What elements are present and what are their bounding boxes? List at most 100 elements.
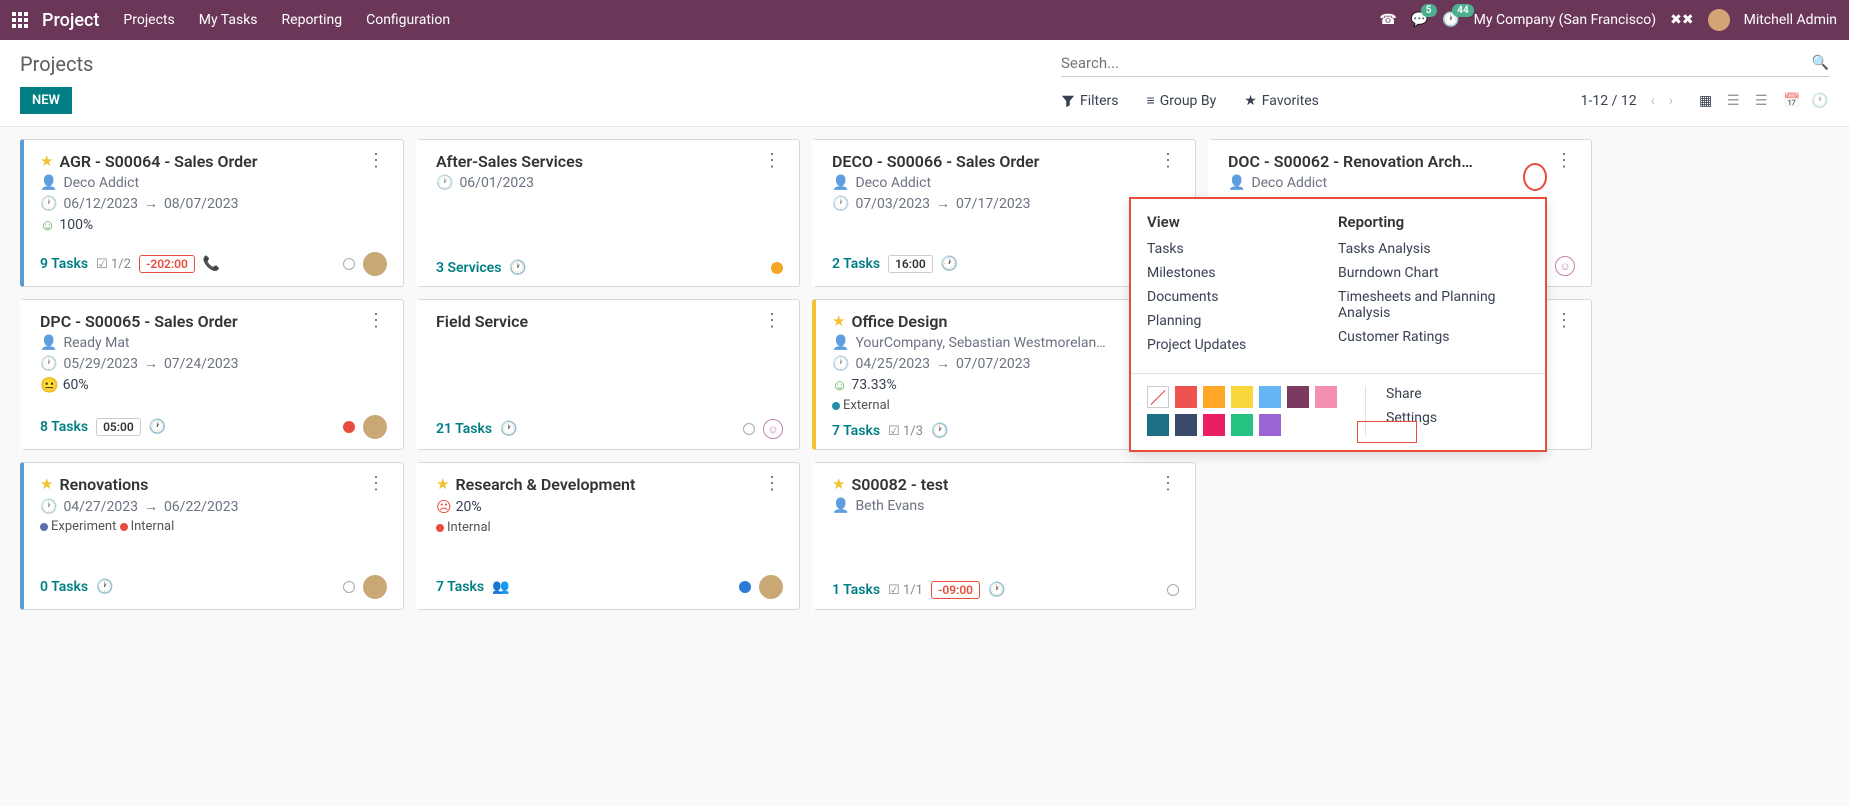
pager-next[interactable]: › [1669, 93, 1673, 109]
popover-item[interactable]: Planning [1147, 313, 1338, 329]
project-card[interactable]: ★Research & Development⋮☹20%Internal 7 T… [416, 462, 800, 610]
messaging-icon[interactable]: 💬5 [1411, 12, 1428, 28]
project-card[interactable]: ★Renovations⋮🕐04/27/2023→06/22/2023Exper… [20, 462, 404, 610]
assignee-avatar[interactable] [363, 575, 387, 599]
color-swatch[interactable] [1175, 414, 1197, 436]
assignee-avatar[interactable] [363, 252, 387, 276]
company-selector[interactable]: My Company (San Francisco) [1474, 12, 1656, 28]
card-menu-icon[interactable]: ⋮ [761, 312, 783, 330]
gantt-view-icon[interactable]: ☰ [1755, 93, 1773, 109]
popover-item[interactable]: Milestones [1147, 265, 1338, 281]
card-menu-icon[interactable]: ⋮ [365, 152, 387, 170]
popover-item-share[interactable]: Share [1386, 386, 1437, 402]
popover-item[interactable]: Documents [1147, 289, 1338, 305]
state-dot[interactable] [1167, 584, 1179, 596]
pager-prev[interactable]: ‹ [1651, 93, 1655, 109]
color-swatch[interactable] [1259, 386, 1281, 408]
color-swatch[interactable] [1147, 386, 1169, 408]
users-icon[interactable]: 👥 [492, 579, 509, 595]
popover-item[interactable]: Customer Ratings [1338, 329, 1529, 345]
color-swatch[interactable] [1259, 414, 1281, 436]
tasks-link[interactable]: 3 Services [436, 260, 501, 276]
color-swatch[interactable] [1315, 386, 1337, 408]
activity-clock-icon[interactable]: 🕐 [941, 256, 958, 272]
calendar-view-icon[interactable]: 📅 [1783, 93, 1801, 109]
activity-clock-icon[interactable]: 🕐 [509, 260, 526, 276]
user-name[interactable]: Mitchell Admin [1744, 12, 1837, 28]
project-card[interactable]: ★S00082 - test⋮👤Beth Evans1 Tasks☑ 1/1-0… [812, 462, 1196, 610]
state-dot[interactable] [343, 421, 355, 433]
state-dot[interactable] [739, 581, 751, 593]
nav-configuration[interactable]: Configuration [366, 12, 450, 28]
tasks-link[interactable]: 8 Tasks [40, 419, 88, 435]
project-card[interactable]: DPC - S00065 - Sales Order⋮👤Ready Mat🕐05… [20, 299, 404, 450]
tasks-link[interactable]: 0 Tasks [40, 579, 88, 595]
favorite-star-icon[interactable]: ★ [832, 475, 845, 493]
card-menu-icon[interactable]: ⋮ [365, 312, 387, 330]
state-dot[interactable] [743, 423, 755, 435]
project-card[interactable]: After-Sales Services⋮🕐06/01/20233 Servic… [416, 139, 800, 287]
activity-clock-icon[interactable]: 🕐 [96, 579, 113, 595]
tasks-link[interactable]: 1 Tasks [832, 582, 880, 598]
favorites-button[interactable]: ★Favorites [1244, 93, 1319, 109]
color-swatch[interactable] [1175, 386, 1197, 408]
phone-icon[interactable]: 📞 [203, 256, 220, 272]
color-swatch[interactable] [1147, 414, 1169, 436]
color-swatch[interactable] [1203, 414, 1225, 436]
state-dot[interactable] [771, 262, 783, 274]
kanban-view-icon[interactable]: ▦ [1699, 93, 1717, 109]
color-swatch[interactable] [1203, 386, 1225, 408]
nav-my-tasks[interactable]: My Tasks [199, 12, 258, 28]
assignee-avatar[interactable] [363, 415, 387, 439]
activity-clock-icon[interactable]: 🕐 [500, 421, 517, 437]
card-menu-icon[interactable]: ⋮ [1553, 312, 1575, 330]
activity-view-icon[interactable]: 🕐 [1811, 93, 1829, 109]
activity-clock-icon[interactable]: 🕐 [931, 423, 948, 439]
user-avatar[interactable] [1708, 9, 1730, 31]
list-view-icon[interactable]: ☰ [1727, 93, 1745, 109]
card-menu-icon[interactable]: ⋮ [761, 475, 783, 493]
project-card[interactable]: Field Service⋮21 Tasks🕐☺ [416, 299, 800, 450]
favorite-star-icon[interactable]: ★ [40, 475, 53, 493]
popover-item[interactable]: Tasks [1147, 241, 1338, 257]
tasks-link[interactable]: 2 Tasks [832, 256, 880, 272]
popover-item-settings[interactable]: Settings [1386, 410, 1437, 426]
tasks-link[interactable]: 7 Tasks [832, 423, 880, 439]
color-swatch[interactable] [1231, 414, 1253, 436]
tasks-link[interactable]: 9 Tasks [40, 256, 88, 272]
nav-reporting[interactable]: Reporting [282, 12, 343, 28]
card-menu-icon[interactable]: ⋮ [1553, 152, 1575, 170]
tasks-link[interactable]: 21 Tasks [436, 421, 492, 437]
search-input[interactable] [1061, 54, 1812, 72]
card-menu-icon[interactable]: ⋮ [761, 152, 783, 170]
new-button[interactable]: NEW [20, 87, 72, 114]
search-icon[interactable]: 🔍 [1812, 55, 1829, 71]
favorite-star-icon[interactable]: ★ [832, 312, 845, 330]
apps-icon[interactable] [12, 12, 28, 28]
assignee-avatar[interactable] [759, 575, 783, 599]
voip-icon[interactable]: ☎ [1379, 12, 1396, 28]
filters-button[interactable]: Filters [1061, 93, 1119, 109]
state-dot[interactable] [343, 258, 355, 270]
card-menu-icon[interactable]: ⋮ [365, 475, 387, 493]
debug-icon[interactable]: ✖✖ [1670, 12, 1693, 28]
nav-projects[interactable]: Projects [123, 12, 174, 28]
popover-item[interactable]: Timesheets and Planning Analysis [1338, 289, 1529, 321]
color-swatch[interactable] [1287, 386, 1309, 408]
popover-item[interactable]: Project Updates [1147, 337, 1338, 353]
activity-icon[interactable]: 🕐44 [1442, 12, 1459, 28]
activity-clock-icon[interactable]: 🕐 [149, 419, 166, 435]
state-dot[interactable] [343, 581, 355, 593]
popover-item[interactable]: Tasks Analysis [1338, 241, 1529, 257]
favorite-star-icon[interactable]: ★ [436, 475, 449, 493]
favorite-star-icon[interactable]: ★ [40, 152, 53, 170]
color-swatch[interactable] [1231, 386, 1253, 408]
tasks-link[interactable]: 7 Tasks [436, 579, 484, 595]
groupby-button[interactable]: ≡Group By [1147, 92, 1217, 109]
card-menu-icon[interactable]: ⋮ [1157, 475, 1179, 493]
activity-clock-icon[interactable]: 🕐 [988, 582, 1005, 598]
card-menu-icon[interactable]: ⋮ [1157, 152, 1179, 170]
search-box[interactable]: 🔍 [1061, 50, 1829, 77]
project-card[interactable]: ★AGR - S00064 - Sales Order⋮👤Deco Addict… [20, 139, 404, 287]
popover-item[interactable]: Burndown Chart [1338, 265, 1529, 281]
